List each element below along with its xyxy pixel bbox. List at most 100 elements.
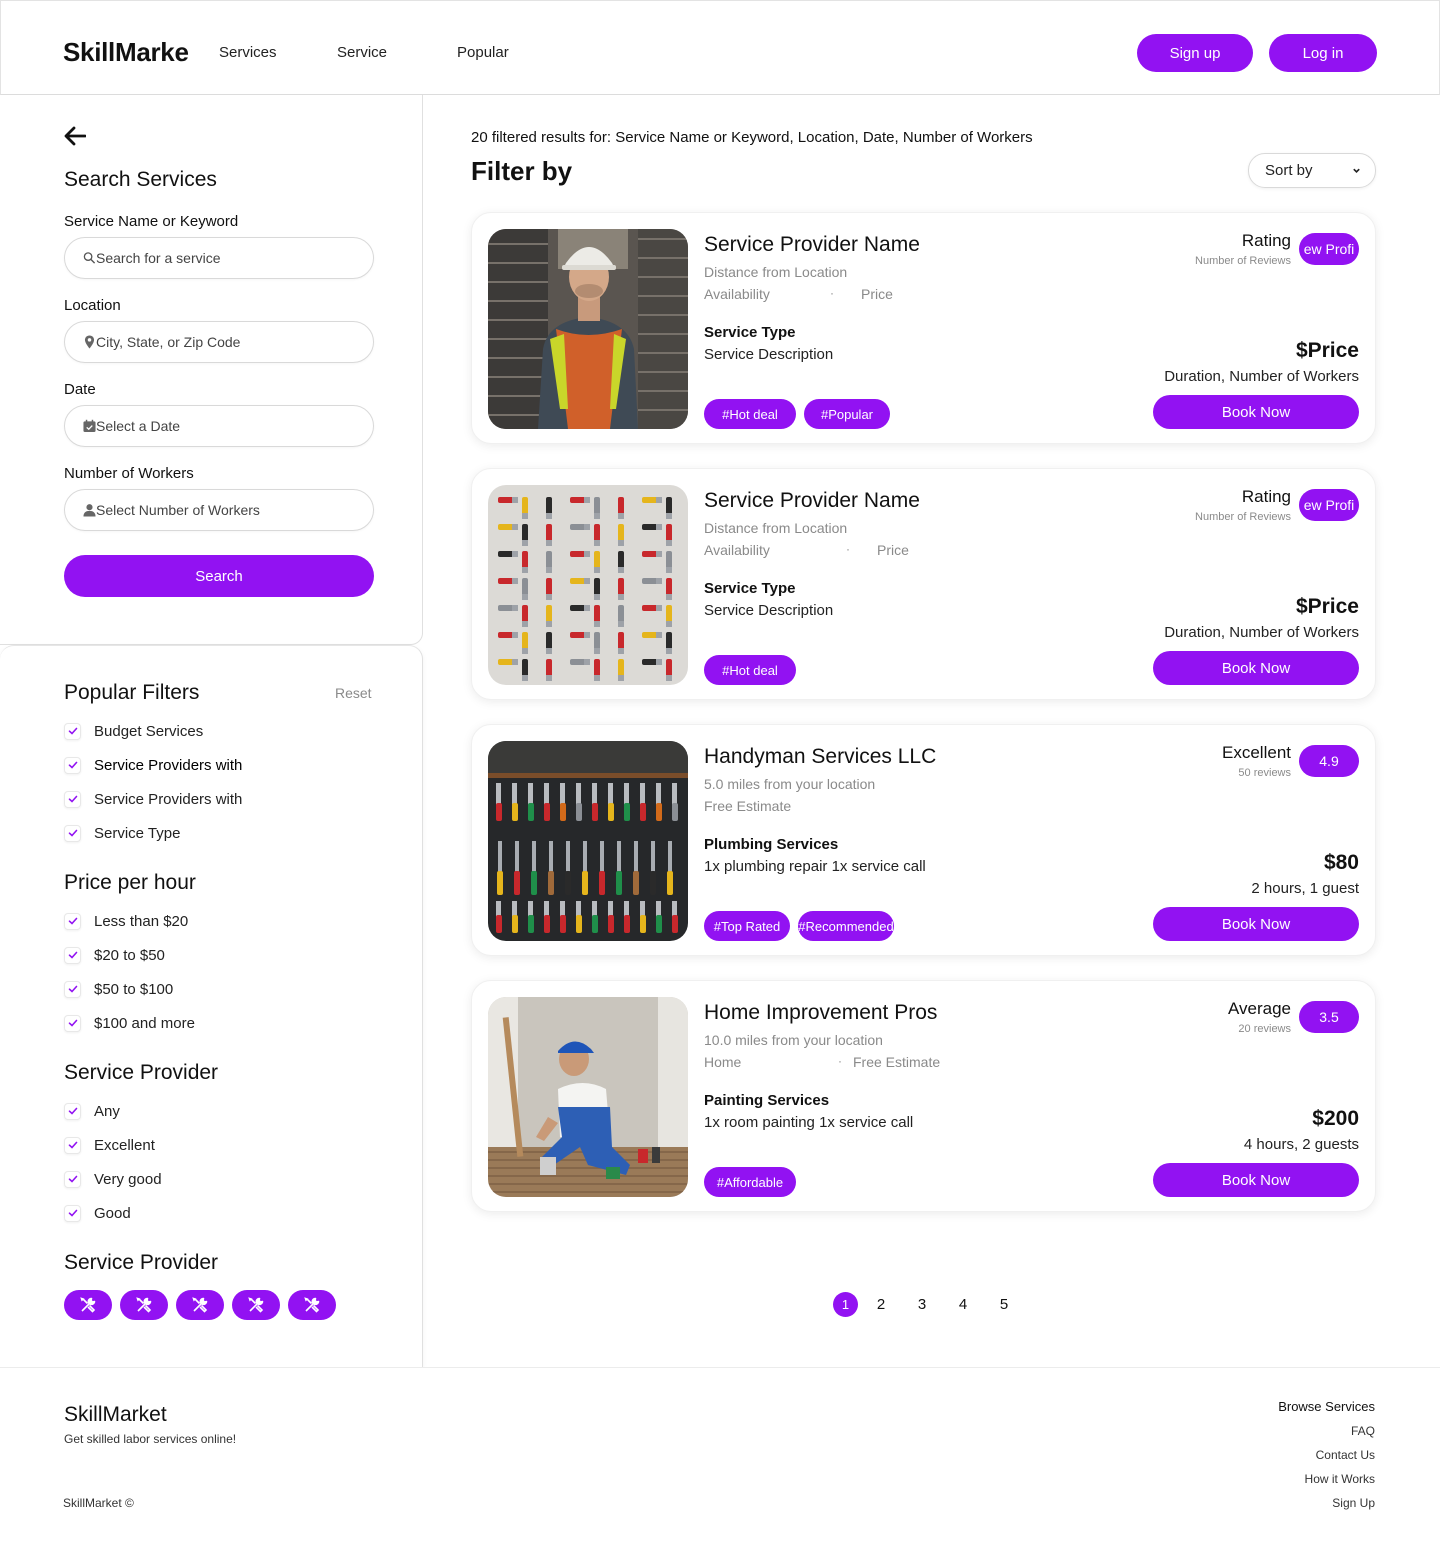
deal-tag[interactable]: #Popular: [804, 399, 890, 429]
provider-name[interactable]: Handyman Services LLC: [704, 745, 936, 769]
popular-filter-option-label: Service Type: [94, 824, 181, 842]
provider-category-title: Service Provider: [64, 1251, 219, 1274]
sort-dropdown[interactable]: Sort by: [1248, 153, 1376, 188]
deal-tag[interactable]: #Top Rated: [704, 911, 790, 941]
tools-flatlay-photo: [488, 485, 688, 685]
provider-availability: Availability: [704, 542, 770, 558]
page-5-button[interactable]: 5: [997, 1292, 1011, 1317]
provider-filter-option[interactable]: Any: [64, 1101, 120, 1121]
login-button[interactable]: Log in: [1269, 34, 1377, 72]
book-now-button[interactable]: Book Now: [1153, 1163, 1359, 1197]
search-button[interactable]: Search: [64, 555, 374, 597]
checkmark-icon: [68, 1107, 77, 1115]
checkbox[interactable]: [64, 824, 81, 842]
provider-type-chip[interactable]: [64, 1290, 112, 1320]
page-3-button[interactable]: 3: [915, 1292, 929, 1317]
footer-link-how-it-works[interactable]: How it Works: [1305, 1472, 1375, 1486]
footer-link-browse-services[interactable]: Browse Services: [1278, 1399, 1375, 1414]
rating-score-badge[interactable]: 3.5: [1299, 1001, 1359, 1033]
service-duration: 2 hours, 1 guest: [1251, 880, 1359, 897]
checkbox[interactable]: [64, 756, 81, 774]
footer-tagline: Get skilled labor services online!: [64, 1432, 237, 1446]
provider-filter-option[interactable]: Excellent: [64, 1135, 155, 1155]
date-input[interactable]: Select a Date: [64, 405, 374, 447]
price-filter-option[interactable]: $100 and more: [64, 1013, 195, 1033]
keyword-label: Service Name or Keyword: [64, 213, 239, 230]
page-1-button[interactable]: 1: [833, 1292, 858, 1317]
site-logo[interactable]: SkillMarke: [63, 37, 189, 68]
checkbox[interactable]: [64, 980, 81, 998]
price-filter-title: Price per hour: [64, 871, 196, 894]
rating-score-badge[interactable]: ew Profi: [1299, 233, 1359, 265]
nav-link-services[interactable]: Services: [219, 44, 277, 61]
signup-button[interactable]: Sign up: [1137, 34, 1253, 72]
provider-name[interactable]: Service Provider Name: [704, 233, 920, 257]
popular-filter-option[interactable]: Service Providers with: [64, 789, 242, 809]
provider-type-chip[interactable]: [288, 1290, 336, 1320]
reset-filters-link[interactable]: Reset: [335, 685, 372, 701]
review-count: 50 reviews: [1238, 767, 1291, 779]
service-card[interactable]: Handyman Services LLC 5.0 miles from you…: [471, 724, 1376, 956]
checkmark-icon: [68, 917, 77, 925]
checkmark-icon: [68, 1209, 77, 1217]
book-now-button[interactable]: Book Now: [1153, 651, 1359, 685]
checkmark-icon: [68, 1141, 77, 1149]
price-filter-option[interactable]: $20 to $50: [64, 945, 165, 965]
price-filter-option[interactable]: Less than $20: [64, 911, 188, 931]
deal-tag[interactable]: #Hot deal: [704, 399, 796, 429]
footer-link-faq[interactable]: FAQ: [1351, 1424, 1375, 1438]
checkbox[interactable]: [64, 1136, 81, 1154]
workers-input[interactable]: Select Number of Workers: [64, 489, 374, 531]
price-filter-option[interactable]: $50 to $100: [64, 979, 173, 999]
footer-link-sign-up[interactable]: Sign Up: [1332, 1496, 1375, 1510]
checkbox[interactable]: [64, 1102, 81, 1120]
provider-distance: 5.0 miles from your location: [704, 776, 876, 792]
provider-type-chip[interactable]: [120, 1290, 168, 1320]
back-arrow-icon[interactable]: [64, 126, 86, 146]
provider-filter-option[interactable]: Good: [64, 1203, 131, 1223]
footer-link-contact-us[interactable]: Contact Us: [1316, 1448, 1375, 1462]
checkbox[interactable]: [64, 946, 81, 964]
checkmark-icon: [68, 1175, 77, 1183]
provider-type-chip[interactable]: [176, 1290, 224, 1320]
checkbox[interactable]: [64, 1170, 81, 1188]
provider-type-chip[interactable]: [232, 1290, 280, 1320]
popular-filter-option-label: Budget Services: [94, 722, 204, 740]
provider-name[interactable]: Service Provider Name: [704, 489, 920, 513]
deal-tag[interactable]: #Hot deal: [704, 655, 796, 685]
tool-wall-photo: [488, 741, 688, 941]
popular-filter-option[interactable]: Service Type: [64, 823, 180, 843]
provider-filter-title: Service Provider: [64, 1061, 219, 1084]
checkmark-icon: [68, 951, 77, 959]
popular-filter-option[interactable]: Budget Services: [64, 721, 203, 741]
service-duration: Duration, Number of Workers: [1164, 368, 1359, 385]
checkbox[interactable]: [64, 1204, 81, 1222]
deal-tag[interactable]: #Affordable: [704, 1167, 796, 1197]
nav-link-service[interactable]: Service: [337, 44, 387, 61]
sort-label: Sort by: [1265, 162, 1313, 179]
checkbox[interactable]: [64, 912, 81, 930]
service-card[interactable]: Home Improvement Pros 10.0 miles from yo…: [471, 980, 1376, 1212]
book-now-button[interactable]: Book Now: [1153, 907, 1359, 941]
checkbox[interactable]: [64, 790, 81, 808]
service-card[interactable]: Service Provider Name Distance from Loca…: [471, 212, 1376, 444]
rating-score-badge[interactable]: ew Profi: [1299, 489, 1359, 521]
service-card[interactable]: Service Provider Name Distance from Loca…: [471, 468, 1376, 700]
checkbox[interactable]: [64, 1014, 81, 1032]
page-4-button[interactable]: 4: [956, 1292, 970, 1317]
nav-link-popular[interactable]: Popular: [457, 44, 509, 61]
checkbox[interactable]: [64, 722, 81, 740]
provider-filter-option[interactable]: Very good: [64, 1169, 162, 1189]
provider-price-note: Price: [877, 542, 909, 558]
location-input[interactable]: City, State, or Zip Code: [64, 321, 374, 363]
rating-score-badge[interactable]: 4.9: [1299, 745, 1359, 777]
keyword-input[interactable]: Search for a service: [64, 237, 374, 279]
service-description: 1x room painting 1x service call: [704, 1114, 914, 1131]
book-now-button[interactable]: Book Now: [1153, 395, 1359, 429]
provider-name[interactable]: Home Improvement Pros: [704, 1001, 937, 1025]
rating-label: Rating: [1241, 231, 1291, 250]
page-2-button[interactable]: 2: [874, 1292, 888, 1317]
deal-tag[interactable]: #Recommended: [798, 911, 894, 941]
popular-filter-option[interactable]: Service Providers with: [64, 755, 242, 775]
checkmark-icon: [68, 829, 77, 837]
